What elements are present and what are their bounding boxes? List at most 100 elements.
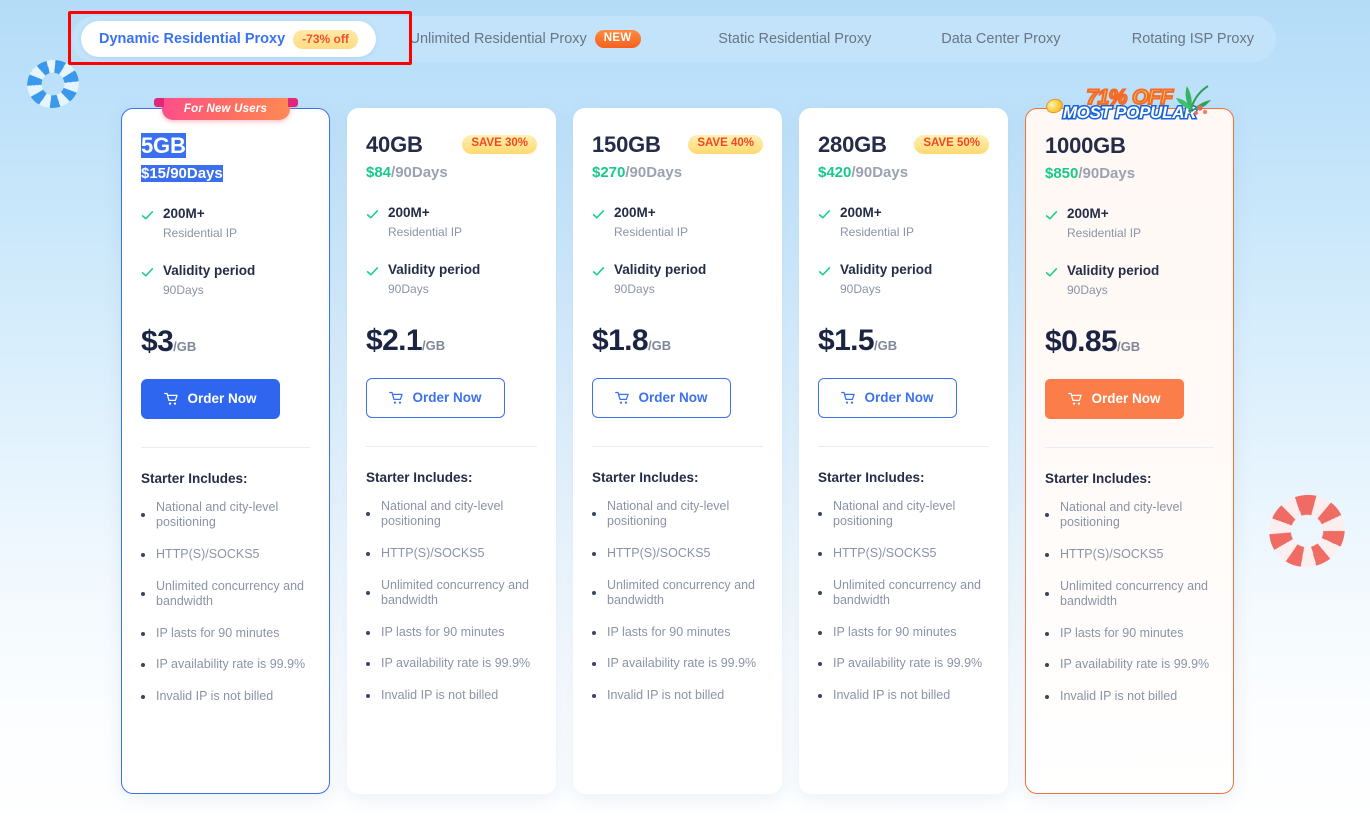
list-item: IP availability rate is 99.9%	[1045, 657, 1214, 673]
order-now-button[interactable]: Order Now	[592, 377, 731, 418]
bullet-icon	[1045, 592, 1049, 597]
plan-unit-per: /GB	[1117, 338, 1141, 354]
includes-item-text: IP availability rate is 99.9%	[381, 656, 531, 671]
plan-feature-sub: 90Days	[163, 283, 204, 298]
plan-feature-sub: 90Days	[1067, 283, 1108, 298]
plan-unit-per: /GB	[422, 337, 446, 353]
card-divider	[1045, 446, 1214, 448]
pricing-card[interactable]: 280GB SAVE 50% $420/90Days 200M+ Residential…	[799, 108, 1008, 794]
list-item: IP lasts for 90 minutes	[141, 626, 310, 642]
order-now-label: Order Now	[864, 390, 934, 406]
order-now-button[interactable]: Order Now	[366, 377, 505, 418]
bullet-icon	[818, 512, 822, 517]
plan-feature: 200M+ Residential IP	[818, 205, 989, 240]
plan-size: 5GB	[141, 133, 186, 159]
includes-list: National and city-level positioning HTTP(…	[141, 500, 310, 705]
cart-icon	[841, 391, 856, 404]
check-icon	[141, 210, 154, 220]
plan-unit-per: /GB	[874, 337, 898, 353]
includes-item-text: HTTP(S)/SOCKS5	[156, 546, 260, 561]
list-item: IP availability rate is 99.9%	[141, 657, 310, 673]
includes-item-text: IP lasts for 90 minutes	[1060, 625, 1184, 640]
order-now-button[interactable]: Order Now	[818, 377, 957, 418]
plan-unit-amount: $1.5	[818, 323, 875, 357]
pricing-card[interactable]: 71% OFF MOST POPULAR 1000GB $850/90Days 200M…	[1025, 85, 1234, 794]
check-icon	[818, 267, 831, 276]
card-divider	[592, 445, 763, 447]
list-item: Unlimited concurrency and bandwidth	[818, 578, 989, 609]
tab-data-center-proxy[interactable]: Data Center Proxy	[919, 21, 1082, 57]
bullet-icon	[1045, 663, 1049, 668]
plan-unit-per: /GB	[648, 337, 672, 353]
includes-item-text: Unlimited concurrency and bandwidth	[607, 577, 755, 608]
includes-title: Starter Includes:	[366, 469, 473, 485]
bullet-icon	[592, 512, 596, 517]
tab-unlimited-residential-proxy[interactable]: Unlimited Residential Proxy NEW	[388, 21, 663, 57]
card-divider	[141, 446, 310, 448]
plan-unit-amount: $3	[141, 324, 174, 358]
plan-term-price-row: $270/90Days	[592, 163, 763, 183]
tab-label: Dynamic Residential Proxy	[99, 31, 286, 47]
bullet-icon	[818, 551, 822, 556]
card-divider	[818, 445, 989, 447]
includes-item-text: National and city-level positioning	[381, 498, 504, 529]
order-now-button[interactable]: Order Now	[1045, 378, 1184, 419]
includes-item-text: IP lasts for 90 minutes	[833, 624, 957, 639]
plan-feature: 200M+ Residential IP	[141, 206, 310, 241]
plan-feature-title: 200M+	[840, 204, 882, 220]
plan-feature-title: Validity period	[840, 262, 933, 278]
tab-rotating-isp-proxy[interactable]: Rotating ISP Proxy	[1110, 21, 1276, 57]
card-divider	[366, 445, 537, 447]
includes-item-text: IP availability rate is 99.9%	[1060, 657, 1210, 672]
includes-item-text: HTTP(S)/SOCKS5	[1060, 546, 1164, 561]
plan-term-price-row: $420/90Days	[818, 163, 989, 183]
includes-item-text: National and city-level positioning	[607, 498, 730, 529]
plan-size: 40GB	[366, 132, 423, 157]
pricing-card[interactable]: For New Users 5GB $15/90Days 200M+ Residenti…	[121, 98, 330, 794]
pricing-card[interactable]: 40GB SAVE 30% $84/90Days 200M+ Residential I…	[347, 108, 556, 794]
bullet-icon	[818, 630, 822, 635]
order-now-label: Order Now	[187, 391, 257, 407]
plan-size-row: 40GB SAVE 30%	[366, 132, 537, 157]
plan-feature-title: 200M+	[1067, 205, 1109, 221]
bullet-icon	[141, 513, 145, 518]
tab-static-residential-proxy[interactable]: Static Residential Proxy	[696, 21, 893, 57]
includes-item-text: Invalid IP is not billed	[1060, 689, 1178, 704]
list-item: National and city-level positioning	[592, 499, 763, 530]
plan-feature: 200M+ Residential IP	[366, 205, 537, 240]
includes-item-text: Invalid IP is not billed	[833, 688, 951, 703]
gold-coin-icon	[1043, 96, 1065, 116]
plan-term-duration: /90Days	[851, 164, 909, 182]
proxy-type-tabbar: Dynamic Residential Proxy -73% off Unlimit…	[72, 16, 1276, 62]
plan-term-duration: /90Days	[391, 164, 448, 182]
pricing-card-list: For New Users 5GB $15/90Days 200M+ Residenti…	[121, 85, 1237, 794]
tab-label: Static Residential Proxy	[718, 31, 872, 47]
bullet-icon	[1045, 631, 1049, 636]
includes-item-text: HTTP(S)/SOCKS5	[833, 545, 937, 560]
plan-feature-sub: 90Days	[614, 282, 655, 297]
includes-item-text: National and city-level positioning	[833, 498, 956, 529]
tab-dynamic-residential-proxy[interactable]: Dynamic Residential Proxy -73% off	[81, 21, 376, 57]
plan-save-badge: SAVE 40%	[688, 135, 763, 154]
pricing-card[interactable]: 150GB SAVE 40% $270/90Days 200M+ Residential…	[573, 108, 782, 794]
order-now-button[interactable]: Order Now	[141, 378, 280, 419]
plan-size-row: 5GB	[141, 133, 310, 159]
includes-list: National and city-level positioning HTTP(…	[592, 499, 763, 704]
plan-feature-sub: 90Days	[388, 282, 429, 297]
plan-term-price: $84	[366, 164, 392, 182]
check-icon	[592, 267, 605, 276]
list-item: Unlimited concurrency and bandwidth	[141, 579, 310, 610]
plan-term-price: $270	[592, 164, 626, 182]
list-item: IP lasts for 90 minutes	[366, 625, 537, 641]
plan-feature-sub: Residential IP	[614, 224, 689, 239]
includes-item-text: IP availability rate is 99.9%	[833, 656, 983, 671]
list-item: IP lasts for 90 minutes	[592, 625, 763, 641]
list-item: HTTP(S)/SOCKS5	[818, 546, 989, 562]
bullet-icon	[141, 592, 145, 597]
includes-item-text: HTTP(S)/SOCKS5	[607, 545, 711, 560]
plan-term-duration: /90Days	[166, 165, 223, 183]
includes-item-text: HTTP(S)/SOCKS5	[381, 545, 485, 560]
plan-feature: Validity period 90Days	[592, 262, 763, 297]
plan-term-duration: /90Days	[1078, 165, 1136, 183]
bullet-icon	[592, 630, 596, 635]
